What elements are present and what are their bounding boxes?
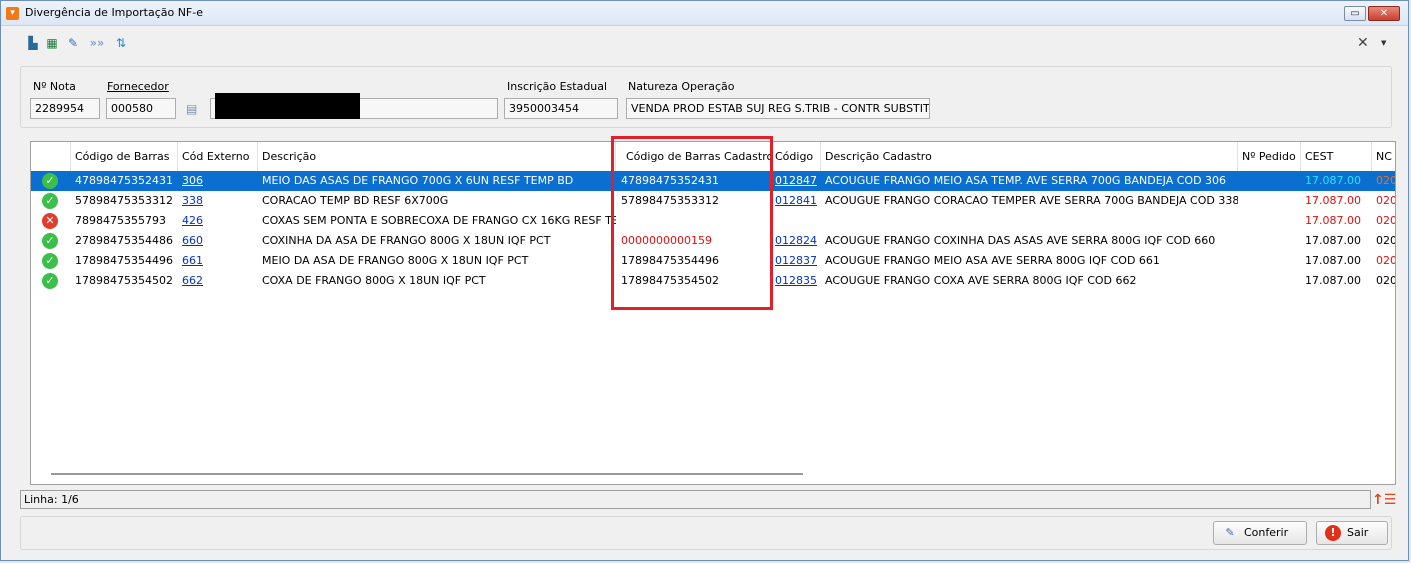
close-button[interactable]: ✕ [1368, 6, 1400, 21]
cell-externo[interactable]: 660 [182, 234, 203, 247]
cell-cest: 17.087.00 [1305, 274, 1361, 287]
cell-descricao: CORACAO TEMP BD RESF 6X700G [262, 194, 449, 207]
cell-nc: 020 [1376, 174, 1396, 187]
cell-nc: 020 [1376, 274, 1396, 287]
cell-descricao-cad: ACOUGUE FRANGO MEIO ASA AVE SERRA 800G I… [825, 254, 1160, 267]
header-cod-externo[interactable]: Cód Externo [178, 142, 258, 171]
conferir-button[interactable]: ✎ Conferir [1213, 521, 1307, 545]
header-nc[interactable]: NC [1372, 142, 1395, 171]
title-bar: ▾ Divergência de Importação NF-e ▭ ✕ [1, 1, 1408, 26]
check-icon: ✓ [42, 193, 58, 209]
cell-nc: 020 [1376, 234, 1396, 247]
cell-barras: 7898475355793 [75, 214, 166, 227]
cell-nc: 020 [1376, 194, 1396, 207]
cell-codigo[interactable]: 012847 [775, 174, 817, 187]
sair-button[interactable]: ! Sair [1316, 521, 1388, 545]
grid-icon[interactable]: ▦ [44, 35, 60, 51]
cell-cest: 17.087.00 [1305, 234, 1361, 247]
app-icon: ▾ [6, 7, 19, 20]
fornecedor-label[interactable]: Fornecedor [107, 80, 169, 93]
cell-externo[interactable]: 426 [182, 214, 203, 227]
check-icon: ✓ [42, 233, 58, 249]
header-status [31, 142, 71, 171]
conferir-label: Conferir [1244, 526, 1289, 539]
status-bar: Linha: 1/6 [20, 490, 1371, 509]
cell-externo[interactable]: 306 [182, 174, 203, 187]
cell-cest: 17.087.00 [1305, 214, 1361, 227]
cell-externo[interactable]: 338 [182, 194, 203, 207]
cell-codigo[interactable]: 012824 [775, 234, 817, 247]
cell-codigo[interactable]: 012841 [775, 194, 817, 207]
cell-barras: 27898475354486 [75, 234, 173, 247]
cell-descricao: MEIO DA ASA DE FRANGO 800G X 18UN IQF PC… [262, 254, 529, 267]
cell-descricao: COXAS SEM PONTA E SOBRECOXA DE FRANGO CX… [262, 214, 616, 227]
cell-barras: 17898475354502 [75, 274, 173, 287]
header-cest[interactable]: CEST [1301, 142, 1372, 171]
header-descricao[interactable]: Descrição [258, 142, 616, 171]
forward-icon[interactable]: »» [85, 35, 109, 51]
search-icon[interactable]: ▤ [186, 101, 202, 117]
edit-icon[interactable]: ✎ [65, 35, 81, 51]
cell-descricao: COXA DE FRANGO 800G X 18UN IQF PCT [262, 274, 486, 287]
cell-descricao-cad: ACOUGUE FRANGO COXINHA DAS ASAS AVE SERR… [825, 234, 1216, 247]
cell-cest: 17.087.00 [1305, 174, 1361, 187]
window-title: Divergência de Importação NF-e [25, 6, 203, 19]
sort-icon[interactable]: ↑☰ [1372, 492, 1396, 508]
horizontal-scrollbar[interactable] [51, 473, 803, 475]
header-codigo-barras[interactable]: Código de Barras [71, 142, 178, 171]
check-icon: ✓ [42, 253, 58, 269]
button-panel [20, 516, 1392, 550]
redaction-box [215, 93, 360, 119]
cell-nc: 020 [1376, 214, 1396, 227]
nota-label: Nº Nota [33, 80, 76, 93]
edit-icon: ✎ [1225, 526, 1235, 539]
cell-barras: 17898475354496 [75, 254, 173, 267]
cell-descricao-cad: ACOUGUE FRANGO CORACAO TEMPER AVE SERRA … [825, 194, 1238, 207]
cell-nc: 020 [1376, 254, 1396, 267]
chevron-down-icon[interactable]: ▼ [1381, 39, 1386, 47]
cell-cest: 17.087.00 [1305, 194, 1361, 207]
cell-cest: 17.087.00 [1305, 254, 1361, 267]
cell-descricao: MEIO DAS ASAS DE FRANGO 700G X 6UN RESF … [262, 174, 574, 187]
cell-codigo[interactable]: 012837 [775, 254, 817, 267]
restore-button[interactable]: ▭ [1344, 6, 1366, 21]
sair-label: Sair [1347, 526, 1369, 539]
natureza-field[interactable]: VENDA PROD ESTAB SUJ REG S.TRIB - CONTR … [626, 98, 930, 119]
exit-icon: ! [1325, 525, 1341, 541]
cell-barras: 57898475353312 [75, 194, 173, 207]
cell-externo[interactable]: 661 [182, 254, 203, 267]
inscricao-label: Inscrição Estadual [507, 80, 608, 93]
table-icon[interactable]: ▙ [25, 35, 41, 51]
cell-descricao-cad: ACOUGUE FRANGO COXA AVE SERRA 800G IQF C… [825, 274, 1137, 287]
cell-descricao: COXINHA DA ASA DE FRANGO 800G X 18UN IQF… [262, 234, 551, 247]
natureza-label: Natureza Operação [628, 80, 735, 93]
check-icon: ✓ [42, 173, 58, 189]
header-descricao-cadastro[interactable]: Descrição Cadastro [821, 142, 1238, 171]
refresh-icon[interactable]: ⇅ [113, 35, 129, 51]
header-codigo[interactable]: Código [771, 142, 821, 171]
tools-icon[interactable]: ✕ [1357, 35, 1369, 51]
fornecedor-code-field[interactable]: 000580 [106, 98, 176, 119]
cell-barras: 47898475352431 [75, 174, 173, 187]
cell-descricao-cad: ACOUGUE FRANGO MEIO ASA TEMP. AVE SERRA … [825, 174, 1227, 187]
cell-codigo[interactable]: 012835 [775, 274, 817, 287]
row-counter: Linha: 1/6 [24, 493, 79, 506]
cell-externo[interactable]: 662 [182, 274, 203, 287]
header-n-pedido[interactable]: Nº Pedido [1238, 142, 1301, 171]
inscricao-field[interactable]: 3950003454 [504, 98, 618, 119]
nota-field[interactable]: 2289954 [30, 98, 100, 119]
error-icon: ✕ [42, 213, 58, 229]
check-icon: ✓ [42, 273, 58, 289]
highlight-box [611, 136, 773, 310]
